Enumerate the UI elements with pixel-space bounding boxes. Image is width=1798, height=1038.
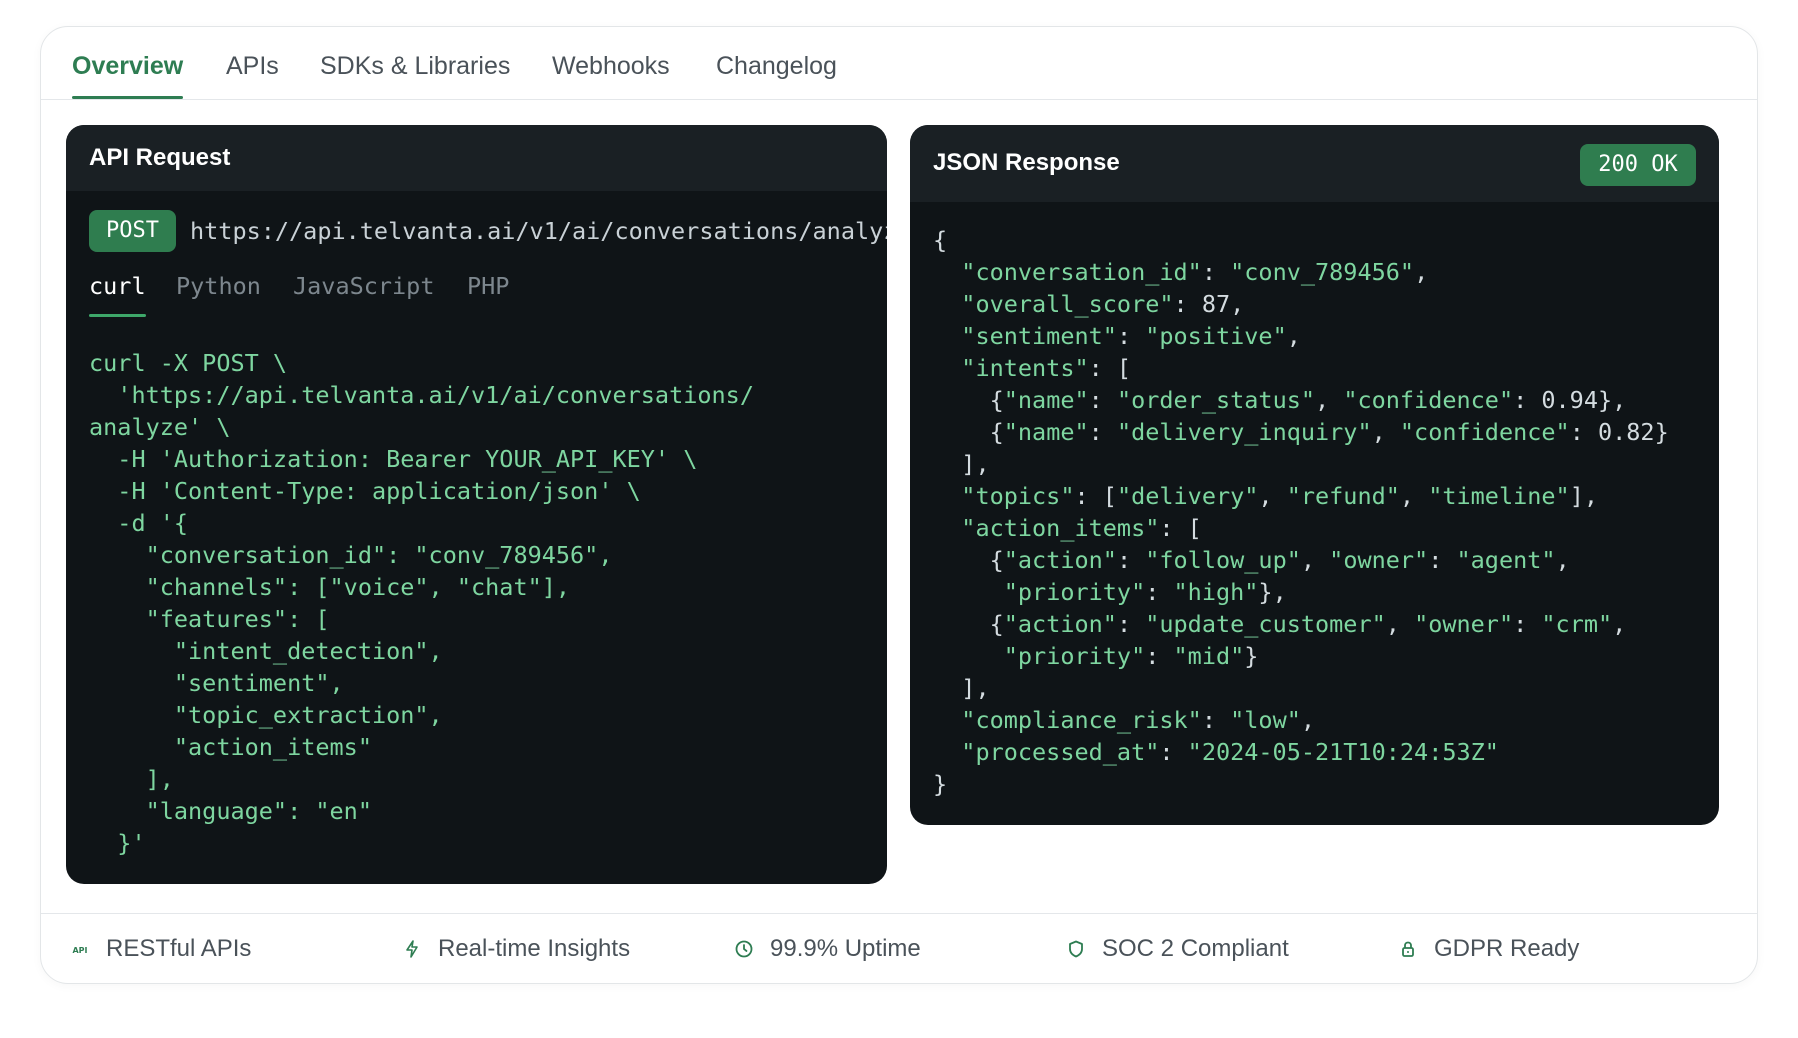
response-line: "priority": "mid"} bbox=[1003, 642, 1259, 670]
feature-strip: API RESTful APIs Real-time Insights 99.9… bbox=[41, 913, 1757, 983]
tab-bar: Overview APIs SDKs & Libraries Webhooks … bbox=[41, 27, 1757, 100]
response-line: "compliance_risk": "low", bbox=[961, 706, 1316, 734]
response-line: "action_items": [ bbox=[961, 514, 1202, 542]
status-badge: 200 OK bbox=[1580, 144, 1696, 186]
lang-tab-curl[interactable]: curl bbox=[89, 271, 146, 317]
json-response-panel: JSON Response 200 OK { "conversation_id"… bbox=[910, 125, 1719, 825]
clock-icon bbox=[734, 939, 754, 959]
feature-label: GDPR Ready bbox=[1434, 935, 1580, 962]
feature-soc2: SOC 2 Compliant bbox=[1066, 914, 1289, 983]
response-line: } bbox=[933, 770, 948, 798]
endpoint-url[interactable]: https://api.telvanta.ai/v1/ai/conversati… bbox=[190, 216, 887, 246]
response-line: ], bbox=[933, 674, 990, 702]
api-icon: API bbox=[70, 939, 90, 959]
response-line: ], bbox=[933, 450, 990, 478]
feature-realtime-insights: Real-time Insights bbox=[402, 914, 631, 983]
api-showcase-card: Overview APIs SDKs & Libraries Webhooks … bbox=[40, 26, 1758, 984]
response-line: "processed_at": "2024-05-21T10:24:53Z" bbox=[961, 738, 1499, 766]
json-response-header: JSON Response 200 OK bbox=[910, 125, 1719, 202]
tab-webhooks[interactable]: Webhooks bbox=[552, 49, 670, 99]
feature-restful-apis: API RESTful APIs bbox=[70, 914, 252, 983]
response-line: {"action": "update_customer", "owner": "… bbox=[933, 610, 1627, 638]
feature-label: SOC 2 Compliant bbox=[1102, 935, 1289, 962]
api-request-panel: API Request POST https://api.telvanta.ai… bbox=[66, 125, 887, 884]
response-line: "topics": ["delivery", "refund", "timeli… bbox=[961, 482, 1598, 510]
api-request-header: API Request bbox=[66, 125, 887, 191]
response-line: {"action": "follow_up", "owner": "agent"… bbox=[933, 546, 1570, 574]
request-code-block: curl -X POST \ 'https://api.telvanta.ai/… bbox=[89, 349, 754, 857]
lang-tab-python[interactable]: Python bbox=[176, 271, 261, 317]
lang-tab-php[interactable]: PHP bbox=[467, 271, 509, 317]
svg-text:API: API bbox=[72, 946, 87, 955]
response-line: "priority": "high"}, bbox=[1003, 578, 1287, 606]
http-method-badge: POST bbox=[89, 210, 176, 252]
response-code-block: { "conversation_id": "conv_789456", "ove… bbox=[933, 224, 1669, 800]
api-request-title: API Request bbox=[89, 144, 231, 171]
response-line: {"name": "order_status", "confidence": 0… bbox=[933, 386, 1627, 414]
tab-overview[interactable]: Overview bbox=[72, 49, 184, 99]
response-line: "sentiment": "positive", bbox=[961, 322, 1301, 350]
feature-label: RESTful APIs bbox=[106, 935, 252, 962]
response-line: "conversation_id": "conv_789456", bbox=[961, 258, 1429, 286]
lock-icon bbox=[1398, 939, 1418, 959]
response-line: "intents": [ bbox=[961, 354, 1132, 382]
feature-uptime: 99.9% Uptime bbox=[734, 914, 921, 983]
lang-tab-javascript[interactable]: JavaScript bbox=[293, 271, 434, 317]
response-line: { bbox=[933, 226, 948, 254]
feature-label: 99.9% Uptime bbox=[770, 935, 921, 962]
response-line: "overall_score": 87, bbox=[961, 290, 1245, 318]
feature-gdpr: GDPR Ready bbox=[1398, 914, 1580, 983]
feature-label: Real-time Insights bbox=[438, 935, 631, 962]
lightning-icon bbox=[402, 939, 422, 959]
tab-sdks-libraries[interactable]: SDKs & Libraries bbox=[320, 49, 510, 99]
tab-apis[interactable]: APIs bbox=[226, 49, 279, 99]
tab-changelog[interactable]: Changelog bbox=[716, 49, 837, 99]
response-line: {"name": "delivery_inquiry", "confidence… bbox=[933, 418, 1669, 446]
json-response-title: JSON Response bbox=[933, 149, 1120, 176]
shield-icon bbox=[1066, 939, 1086, 959]
